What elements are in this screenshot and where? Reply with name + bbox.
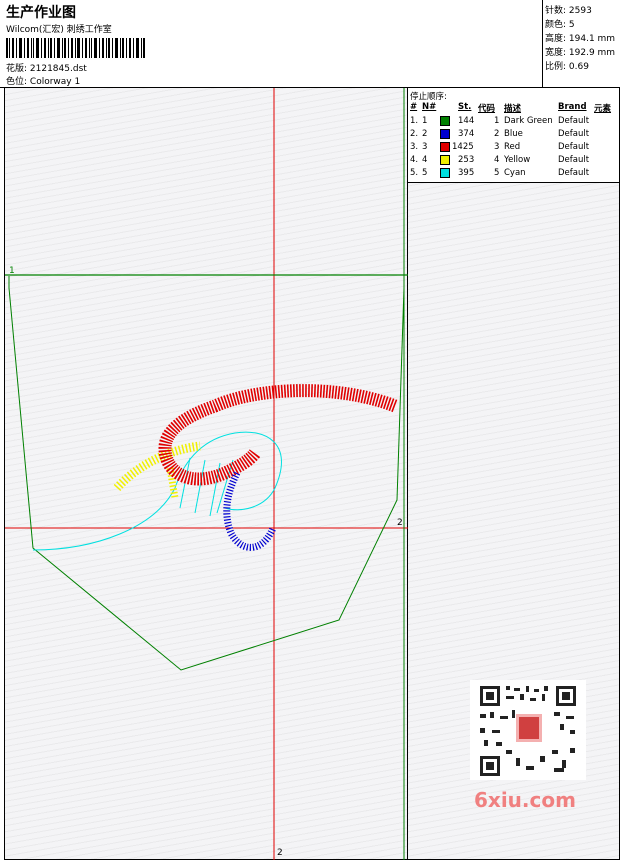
qr-code-image (470, 680, 586, 780)
table-row[interactable]: 5. 5 395 5 Cyan Default (408, 168, 619, 181)
row-desc: Red (504, 142, 521, 152)
row-n: 1 (422, 116, 428, 126)
studio-name: Wilcom(汇宏) 刺绣工作室 (6, 25, 112, 35)
table-row[interactable]: 1. 1 144 1 Dark Green Default (408, 116, 619, 129)
stat-value: 192.9 mm (568, 48, 616, 58)
row-n: 3 (422, 142, 428, 152)
row-desc: Dark Green (504, 116, 553, 126)
start-marker: 1 (9, 266, 15, 276)
row-brand: Default (558, 129, 590, 139)
design-canvas[interactable]: 1 2 2 (4, 88, 409, 860)
row-stitches: 1425 (452, 142, 474, 152)
row-code: 2 (494, 129, 500, 139)
row-brand: Default (558, 142, 590, 152)
stat-value: 5 (568, 20, 575, 30)
col-hash: # (410, 102, 418, 112)
header: 生产作业图 Wilcom(汇宏) 刺绣工作室 花版: 2121845.dst 色… (0, 0, 620, 88)
col-brand: Brand (558, 102, 587, 112)
colorway-value: Colorway 1 (29, 77, 81, 87)
design-file: 花版: 2121845.dst (6, 61, 87, 74)
stat-label: 颜色: (545, 20, 569, 30)
row-stitches: 253 (458, 155, 475, 165)
cyan-stroke-1 (32, 431, 282, 551)
stat-label: 宽度: (545, 48, 569, 58)
row-brand: Default (558, 168, 590, 178)
design-file-value: 2121845.dst (29, 64, 87, 74)
watermark-text: 6xiu.com (474, 788, 576, 812)
table-row[interactable]: 3. 3 1425 3 Red Default (408, 142, 619, 155)
colorway: 色位: Colorway 1 (6, 74, 80, 87)
color-swatch-blue (440, 129, 450, 139)
stat-label: 针数: (545, 6, 569, 16)
barcode-image (6, 38, 145, 58)
row-brand: Default (558, 116, 590, 126)
stop-sequence-table: 停止顺序: # N# St. 代码 描述 Brand 元素 1. 1 144 1… (408, 88, 619, 183)
design-file-label: 花版: (6, 64, 30, 74)
design-drawing (5, 88, 409, 860)
color-swatch-dark-green (440, 116, 450, 126)
stat-height: 高度: 194.1 mm (545, 32, 620, 46)
row-brand: Default (558, 155, 590, 165)
stat-label: 比例: (545, 62, 569, 72)
stop-sequence-label: 停止顺序: (410, 92, 447, 102)
col-st: St. (458, 102, 472, 112)
stat-stitches: 针数: 2593 (545, 4, 620, 18)
bottom-marker: 2 (277, 848, 283, 858)
stat-value: 0.69 (568, 62, 589, 72)
row-stitches: 374 (458, 129, 475, 139)
row-code: 3 (494, 142, 500, 152)
table-row[interactable]: 4. 4 253 4 Yellow Default (408, 155, 619, 168)
col-n: N# (422, 102, 437, 112)
row-index: 5. (410, 168, 419, 178)
color-swatch-yellow (440, 155, 450, 165)
production-worksheet: 生产作业图 Wilcom(汇宏) 刺绣工作室 花版: 2121845.dst 色… (0, 0, 620, 861)
row-desc: Yellow (504, 155, 531, 165)
page-title: 生产作业图 (6, 5, 76, 21)
row-desc: Blue (504, 129, 523, 139)
col-desc: 描述 (504, 104, 522, 114)
row-stitches: 395 (458, 168, 475, 178)
stat-value: 2593 (568, 6, 592, 16)
red-swoosh (158, 384, 398, 486)
row-index: 2. (410, 129, 419, 139)
row-index: 4. (410, 155, 419, 165)
row-n: 5 (422, 168, 428, 178)
row-n: 4 (422, 155, 428, 165)
row-desc: Cyan (504, 168, 526, 178)
row-stitches: 144 (458, 116, 475, 126)
stat-value: 194.1 mm (568, 34, 616, 44)
col-code: 代码 (478, 104, 496, 114)
stat-colors: 颜色: 5 (545, 18, 620, 32)
table-row[interactable]: 2. 2 374 2 Blue Default (408, 129, 619, 142)
color-swatch-cyan (440, 168, 450, 178)
row-code: 1 (494, 116, 500, 126)
row-n: 2 (422, 129, 428, 139)
row-code: 5 (494, 168, 500, 178)
row-index: 1. (410, 116, 419, 126)
right-marker: 2 (397, 518, 403, 528)
stat-scale: 比例: 0.69 (545, 60, 620, 74)
row-index: 3. (410, 142, 419, 152)
col-element: 元素 (594, 104, 612, 114)
row-code: 4 (494, 155, 500, 165)
stat-width: 宽度: 192.9 mm (545, 46, 620, 60)
color-swatch-red (440, 142, 450, 152)
stats-box: 针数: 2593 颜色: 5 高度: 194.1 mm 宽度: 192.9 mm… (542, 0, 620, 88)
yellow-satin (113, 441, 201, 492)
colorway-label: 色位: (6, 77, 30, 87)
stat-label: 高度: (545, 34, 569, 44)
